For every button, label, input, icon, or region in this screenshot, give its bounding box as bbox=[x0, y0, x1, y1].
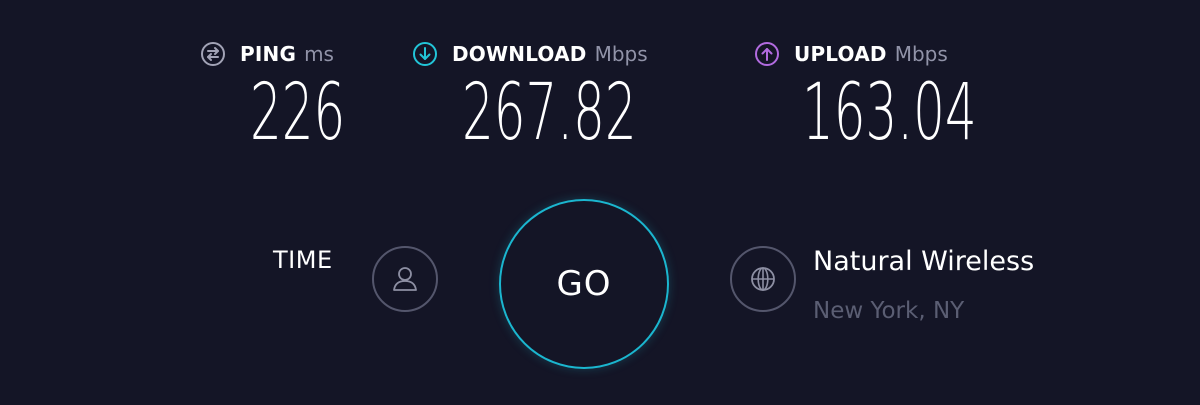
time-label: TIME bbox=[273, 246, 333, 274]
ping-header: PING ms bbox=[200, 38, 334, 70]
ping-icon bbox=[201, 42, 225, 66]
download-arrow-icon bbox=[413, 42, 437, 66]
download-label: DOWNLOAD bbox=[452, 42, 587, 66]
change-server-button[interactable] bbox=[730, 246, 796, 312]
ping-metric: PING ms 226 bbox=[200, 38, 345, 158]
ping-unit: ms bbox=[304, 42, 334, 66]
download-unit: Mbps bbox=[594, 42, 648, 66]
download-value: 267.82 bbox=[462, 68, 637, 158]
upload-header: UPLOAD Mbps bbox=[754, 38, 948, 70]
profile-button[interactable] bbox=[372, 246, 438, 312]
download-header: DOWNLOAD Mbps bbox=[412, 38, 648, 70]
upload-metric: UPLOAD Mbps 163.04 bbox=[754, 38, 977, 158]
isp-name: Natural Wireless bbox=[813, 246, 1035, 277]
upload-arrow-icon bbox=[755, 42, 779, 66]
server-location[interactable]: New York, NY bbox=[813, 298, 964, 324]
ping-value: 226 bbox=[250, 68, 346, 158]
globe-icon bbox=[751, 267, 775, 291]
user-icon bbox=[393, 267, 417, 291]
download-metric: DOWNLOAD Mbps 267.82 bbox=[412, 38, 648, 158]
upload-label: UPLOAD bbox=[794, 42, 887, 66]
upload-value: 163.04 bbox=[802, 68, 977, 158]
upload-unit: Mbps bbox=[894, 42, 948, 66]
ping-label: PING bbox=[240, 42, 297, 66]
go-label: GO bbox=[556, 264, 612, 304]
go-button[interactable]: GO bbox=[499, 199, 669, 369]
